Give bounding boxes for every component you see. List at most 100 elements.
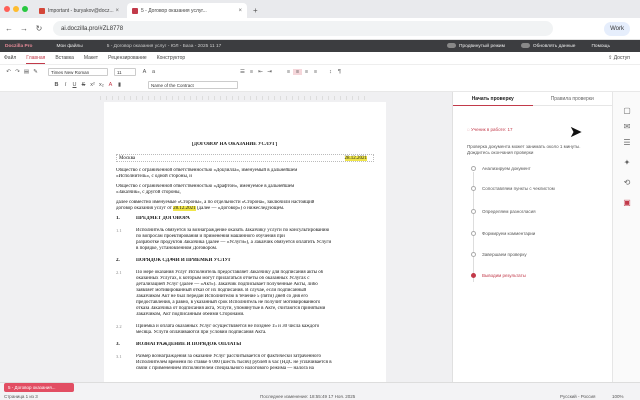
- new-tab-icon[interactable]: +: [253, 6, 258, 15]
- paragraph-style-select[interactable]: Name of the Contract: [148, 81, 238, 89]
- align-right-icon[interactable]: ≡: [302, 69, 311, 75]
- step-label: Анализируем документ: [482, 166, 531, 171]
- browser-tab-document[interactable]: 5 - Договор оказания услуг... ×: [127, 3, 247, 18]
- underline-icon[interactable]: U: [70, 82, 79, 88]
- step-dot-icon: [471, 231, 476, 236]
- open-document-tab[interactable]: 5 - Договор оказания...: [4, 383, 74, 392]
- reload-icon[interactable]: ↻: [33, 24, 45, 33]
- align-left-icon[interactable]: ≡: [284, 69, 293, 75]
- section-number: 1.: [116, 216, 120, 221]
- clause-number: 2.2: [116, 324, 122, 329]
- strike-icon[interactable]: S: [79, 82, 88, 88]
- bold-icon[interactable]: B: [52, 82, 61, 88]
- zoom-level[interactable]: 100%: [612, 394, 624, 399]
- app-logo[interactable]: Doczilla Pro: [5, 44, 32, 49]
- check-document-icon[interactable]: ▣: [622, 198, 632, 208]
- step-dot-icon: [471, 209, 476, 214]
- toggle-icon: [520, 43, 530, 49]
- step-label: Определяем разногласия: [482, 209, 536, 214]
- step-discrepancies: Определяем разногласия: [471, 209, 536, 214]
- menu-review[interactable]: Рецензирование: [108, 53, 147, 63]
- line-spacing-icon[interactable]: ↕: [326, 69, 335, 75]
- paragraph-icon[interactable]: ¶: [335, 69, 344, 75]
- tab-start-review[interactable]: Начать проверку: [453, 96, 533, 102]
- review-icon[interactable]: ▢: [622, 106, 632, 116]
- minimize-window-icon[interactable]: [13, 6, 19, 12]
- close-tab-icon[interactable]: ×: [115, 8, 119, 14]
- back-icon[interactable]: ←: [3, 24, 15, 33]
- format-painter-icon[interactable]: ✎: [31, 69, 40, 75]
- browser-tab-mail[interactable]: Important - buryakov@docz... ×: [34, 3, 124, 18]
- document-page[interactable]: [ДОГОВОР НА ОКАЗАНИЕ УСЛУГ] Москва 28.12…: [104, 102, 386, 382]
- history-icon[interactable]: ⟲: [622, 178, 632, 188]
- close-window-icon[interactable]: [4, 6, 10, 12]
- maximize-window-icon[interactable]: [22, 6, 28, 12]
- toggle-icon: [447, 43, 457, 49]
- outdent-icon[interactable]: ⇤: [256, 69, 265, 75]
- access-button[interactable]: ⇪ Доступ: [608, 55, 630, 61]
- font-size-select[interactable]: 11: [114, 68, 136, 76]
- font-family-select[interactable]: Times New Roman: [48, 68, 108, 76]
- contract-text: (далее — «Договор») о нижеследующем.: [196, 206, 285, 211]
- bullets-icon[interactable]: ☰: [238, 69, 247, 75]
- forward-icon[interactable]: →: [18, 24, 30, 33]
- app-header: Doczilla Pro Мои файлы 5 - Договор оказа…: [0, 40, 640, 52]
- comments-icon[interactable]: ✉: [622, 122, 632, 132]
- indent-icon[interactable]: ⇥: [265, 69, 274, 75]
- menu-layout[interactable]: Макет: [84, 53, 98, 63]
- browser-tab-bar: Important - buryakov@docz... × 5 - Догов…: [0, 0, 640, 18]
- help-link[interactable]: Помощь: [591, 44, 610, 49]
- increase-font-icon[interactable]: A: [140, 69, 149, 75]
- numbering-icon[interactable]: ≡: [247, 69, 256, 75]
- section-number: 3.: [116, 342, 120, 347]
- s1-line: в порядке, установленном Договором.: [136, 246, 218, 251]
- doc-title: [ДОГОВОР НА ОКАЗАНИЕ УСЛУГ]: [192, 142, 278, 147]
- page-counter: Страница 1 из 3: [4, 394, 38, 399]
- step-label: Формируем комментарии: [482, 231, 536, 236]
- section-1-heading: ПРЕДМЕТ ДОГОВОРА: [136, 216, 190, 221]
- paste-icon[interactable]: ▤: [22, 69, 31, 75]
- menu-constructor[interactable]: Конструктор: [157, 53, 186, 63]
- tab-review-rules[interactable]: Правила проверки: [533, 96, 613, 102]
- language[interactable]: Русский - Россия: [560, 394, 595, 399]
- highlight-icon[interactable]: ▮: [115, 82, 124, 88]
- menu-home[interactable]: Главная: [26, 53, 46, 64]
- subscript-icon[interactable]: x₂: [97, 82, 106, 88]
- refresh-data-toggle[interactable]: Обновлять данные: [520, 43, 575, 49]
- close-tab-icon[interactable]: ×: [238, 8, 242, 14]
- align-center-icon[interactable]: ≡: [293, 69, 302, 75]
- justify-icon[interactable]: ≡: [311, 69, 320, 75]
- decrease-font-icon[interactable]: a: [149, 69, 158, 75]
- clause-number: 1.1: [116, 228, 122, 233]
- review-status-text: Ученик в работе: 17: [470, 127, 513, 132]
- review-info-1: Проверка документа может занимать около …: [467, 144, 581, 149]
- tab-title: 5 - Договор оказания услуг...: [141, 7, 207, 14]
- active-tab-indicator: [453, 105, 533, 106]
- undo-icon[interactable]: ↶: [4, 69, 13, 75]
- menu-insert[interactable]: Вставка: [55, 53, 74, 63]
- side-toolbar: ▢ ✉ ☰ ✦ ⟲ ▣: [612, 92, 640, 382]
- access-label: Доступ: [613, 55, 630, 61]
- superscript-icon[interactable]: x²: [88, 82, 97, 88]
- p31-line: связи с применением Исполнителем специал…: [136, 366, 314, 371]
- step-finish: Завершаем проверку: [471, 252, 527, 257]
- city-date-row: Москва 28.12.2021: [116, 154, 374, 162]
- address-bar[interactable]: ai.doczilla.pro/#ZL8778: [53, 21, 553, 36]
- clause-number: 2.1: [116, 270, 122, 275]
- list-icon[interactable]: ☰: [622, 138, 632, 148]
- tab-title: Important - buryakov@docz...: [48, 7, 114, 14]
- font-name: Times New Roman: [51, 69, 90, 75]
- font-size: 11: [117, 69, 122, 75]
- font-color-icon[interactable]: A: [106, 82, 115, 88]
- my-files-link[interactable]: Мои файлы: [56, 44, 82, 49]
- clause-number: 3.1: [116, 354, 122, 359]
- redo-icon[interactable]: ↷: [13, 69, 22, 75]
- p22-line: месяца. Услуги оплачиваются при условии …: [136, 330, 267, 335]
- profile-button[interactable]: Work: [604, 21, 630, 36]
- ai-icon[interactable]: ✦: [622, 158, 632, 168]
- advanced-mode-toggle[interactable]: Продвинутый режим: [447, 43, 505, 49]
- review-panel: Начать проверку Правила проверки ◌ Учени…: [452, 92, 612, 382]
- menu-file[interactable]: Файл: [4, 53, 16, 63]
- italic-icon[interactable]: I: [61, 82, 70, 88]
- mail-icon: [39, 7, 45, 14]
